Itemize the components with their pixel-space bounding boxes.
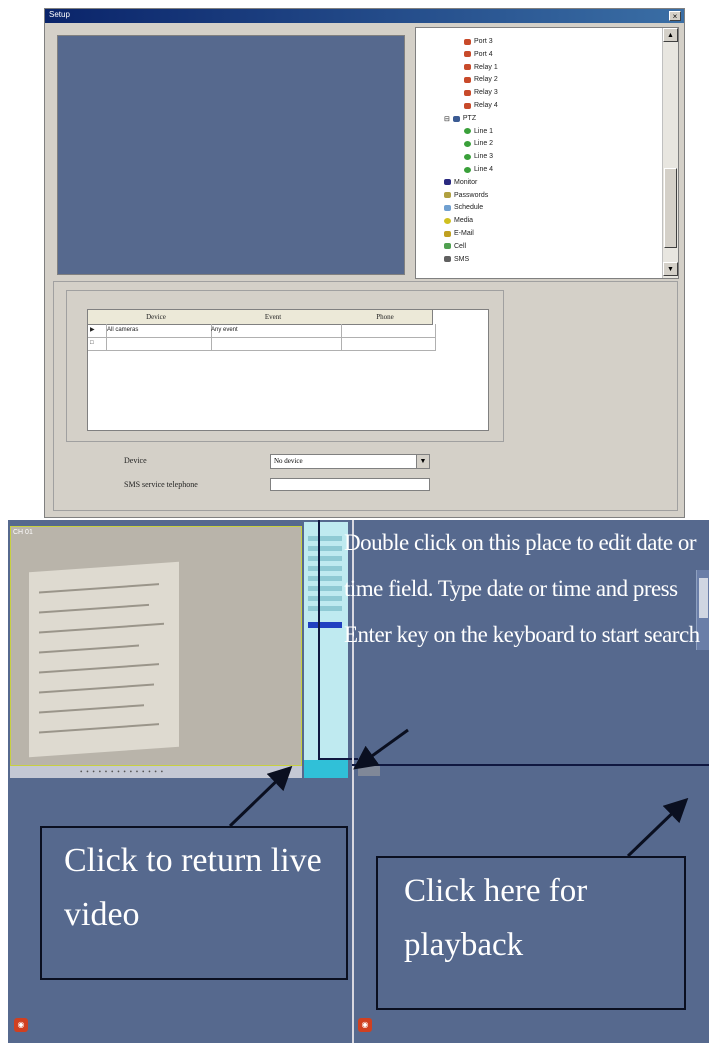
tree-item-label: SMS	[454, 255, 470, 263]
tree-item-label: Line 2	[474, 140, 494, 148]
tree-item-label: Relay 3	[474, 89, 498, 97]
line-icon	[464, 128, 471, 135]
setup-window: Setup × Port 3 Port 4 Relay 1 Relay 2 Relay …	[44, 8, 685, 518]
column-header-device[interactable]: Device	[104, 310, 209, 325]
notification-settings-area: Device Event Phone ▶ All cameras Any eve…	[53, 281, 678, 511]
phone-label: SMS service telephone	[124, 480, 198, 489]
table-cell-phone[interactable]	[338, 337, 436, 351]
tree-item[interactable]: Port 4	[464, 51, 493, 58]
scroll-down-button[interactable]: ▼	[663, 262, 678, 276]
tree-item[interactable]: SMS	[444, 256, 469, 263]
tree-item-label: Relay 2	[474, 76, 498, 84]
table-cell-device[interactable]	[104, 337, 212, 351]
table-cell-event[interactable]: Any event	[208, 324, 342, 338]
close-button[interactable]: ×	[669, 11, 681, 21]
media-icon	[444, 217, 451, 224]
scroll-up-button[interactable]: ▲	[663, 28, 678, 42]
tree-item[interactable]: Monitor	[444, 179, 477, 186]
device-label: Device	[124, 456, 147, 465]
tree-item[interactable]: Port 3	[464, 38, 493, 45]
relay-icon	[464, 64, 471, 71]
device-select[interactable]: No device ▼	[270, 454, 430, 469]
password-icon	[444, 192, 451, 199]
grid-row-header	[88, 310, 105, 325]
email-icon	[444, 230, 451, 237]
title-bar[interactable]: Setup ×	[45, 9, 684, 23]
window-title: Setup	[49, 10, 70, 19]
tree-item[interactable]: Line 4	[464, 166, 493, 173]
tree-item-label: Line 3	[474, 153, 494, 161]
relay-icon	[464, 51, 471, 58]
tree-item[interactable]: ⊟ PTZ	[444, 115, 476, 123]
tree-item-label: Port 4	[474, 50, 493, 58]
tree-item[interactable]: Line 1	[464, 128, 493, 135]
tree-item-label: Media	[454, 217, 474, 225]
relay-icon	[464, 38, 471, 45]
tree-item-label: Schedule	[454, 204, 484, 212]
table-cell-device[interactable]: All cameras	[104, 324, 212, 338]
tree-item[interactable]: Line 3	[464, 153, 493, 160]
relay-icon	[464, 89, 471, 96]
phone-input[interactable]	[270, 478, 430, 491]
tree-item-label: Monitor	[454, 178, 478, 186]
table-cell-event[interactable]	[208, 337, 342, 351]
column-header-phone[interactable]: Phone	[338, 310, 433, 325]
line-icon	[464, 153, 471, 160]
chevron-down-icon[interactable]: ▼	[416, 455, 429, 468]
arrow-to-date-field	[353, 728, 409, 770]
ptz-icon	[452, 115, 460, 122]
cell-icon	[444, 243, 451, 250]
tree-item[interactable]: Relay 2	[464, 76, 498, 83]
camera-preview-pane	[57, 35, 405, 275]
settings-tree[interactable]: Port 3 Port 4 Relay 1 Relay 2 Relay 3 Relay 4…	[415, 27, 679, 279]
device-select-value: No device	[274, 457, 303, 465]
schedule-icon	[444, 204, 451, 211]
tree-item[interactable]: Cell	[444, 243, 466, 250]
tree-item-label: Line 4	[474, 166, 494, 173]
monitor-icon	[444, 179, 451, 186]
arrow-to-live-button	[228, 765, 293, 828]
notification-group-box: Device Event Phone ▶ All cameras Any eve…	[66, 290, 504, 442]
tree-item-label: Port 3	[474, 38, 493, 45]
line-icon	[464, 140, 471, 147]
tree-item[interactable]: Relay 3	[464, 89, 498, 96]
tree-item[interactable]: Passwords	[444, 192, 488, 199]
tree-item-label: Relay 4	[474, 102, 498, 109]
column-header-event[interactable]: Event	[208, 310, 339, 325]
tree-item-label: Cell	[454, 242, 467, 250]
relay-icon	[464, 76, 471, 83]
tree-item[interactable]: Relay 1	[464, 64, 498, 71]
tree-item[interactable]: E-Mail	[444, 230, 474, 237]
tree-item-label: Passwords	[454, 191, 489, 199]
dvr-screen: CH 01 • • • • • • • • • • • • • • Double…	[8, 520, 709, 1043]
tree-item[interactable]: Relay 4	[464, 102, 498, 109]
expander-icon[interactable]: ⊟	[444, 115, 450, 123]
tree-item[interactable]: Line 2	[464, 140, 493, 147]
arrow-to-playback	[626, 797, 689, 858]
table-cell-phone[interactable]	[338, 324, 436, 338]
tree-item-label: E-Mail	[454, 230, 474, 237]
tree-item-label: Relay 1	[474, 63, 498, 71]
tree-scrollbar[interactable]: ▲ ▼	[662, 28, 678, 278]
tree-item-label: PTZ	[462, 115, 477, 123]
relay-icon	[464, 102, 471, 109]
tree-item[interactable]: Schedule	[444, 204, 483, 211]
tree-item[interactable]: Media	[444, 217, 473, 224]
line-icon	[464, 166, 471, 173]
callout-arrows	[228, 728, 689, 858]
notification-grid[interactable]: Device Event Phone ▶ All cameras Any eve…	[87, 309, 489, 431]
sms-icon	[444, 256, 451, 263]
tree-item-label: Line 1	[474, 127, 494, 135]
scroll-thumb[interactable]	[664, 168, 677, 248]
